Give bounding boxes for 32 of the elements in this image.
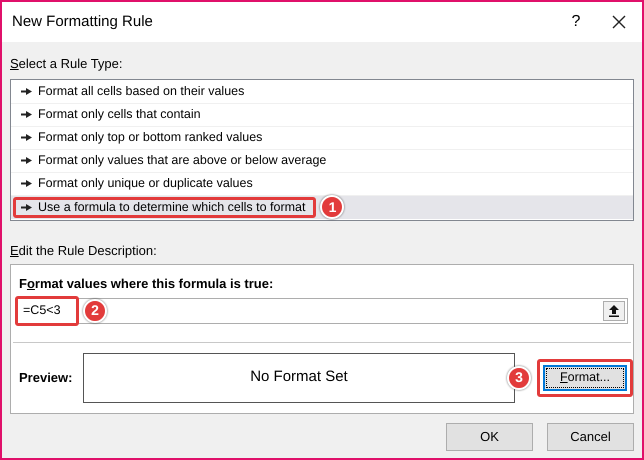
format-button[interactable]: Format... xyxy=(543,364,627,390)
rule-type-item[interactable]: Format only values that are above or below average xyxy=(11,150,633,172)
rule-type-item[interactable]: Format only top or bottom ranked values xyxy=(11,126,633,150)
step-number-badge: 3 xyxy=(507,366,531,390)
step-number-badge: 1 xyxy=(320,195,344,219)
pointer-icon xyxy=(21,88,32,95)
dialog-button[interactable]: Cancel xyxy=(547,422,634,450)
rule-type-label: Format only values that are above or below average xyxy=(38,152,326,170)
step-number-badge: 2 xyxy=(83,298,107,322)
pointer-icon xyxy=(21,134,32,141)
pointer-icon xyxy=(21,204,32,210)
rule-type-label: Format all cells based on their values xyxy=(38,83,244,100)
rule-type-item[interactable]: Format all cells based on their values xyxy=(11,80,633,104)
preview-label: Preview: xyxy=(19,368,74,387)
rule-type-label: Format only unique or duplicate values xyxy=(38,175,253,192)
format-preview: No Format Set xyxy=(82,352,515,402)
collapse-dialog-button[interactable] xyxy=(603,300,625,320)
pointer-icon xyxy=(21,157,32,164)
pointer-icon xyxy=(21,180,32,187)
formula-label: Format values where this formula is true: xyxy=(19,275,274,293)
rule-type-label: Use a formula to determine which cells to format xyxy=(38,198,306,216)
window-title: New Formatting Rule xyxy=(12,12,154,32)
rule-type-item[interactable]: Use a formula to determine which cells to format 1 xyxy=(11,196,633,218)
rule-type-item[interactable]: Format only cells that contain xyxy=(11,104,633,126)
rule-type-label: Format only top or bottom ranked values xyxy=(38,129,262,146)
pointer-icon xyxy=(21,111,32,118)
section-label: Select a Rule Type: xyxy=(10,55,124,73)
dialog-button[interactable]: OK xyxy=(446,422,533,450)
section-label: Edit the Rule Description: xyxy=(10,242,158,260)
help-button[interactable]: ? xyxy=(556,10,596,34)
rule-type-label: Format only cells that contain xyxy=(38,106,201,124)
upload-arrow-icon xyxy=(609,304,619,316)
